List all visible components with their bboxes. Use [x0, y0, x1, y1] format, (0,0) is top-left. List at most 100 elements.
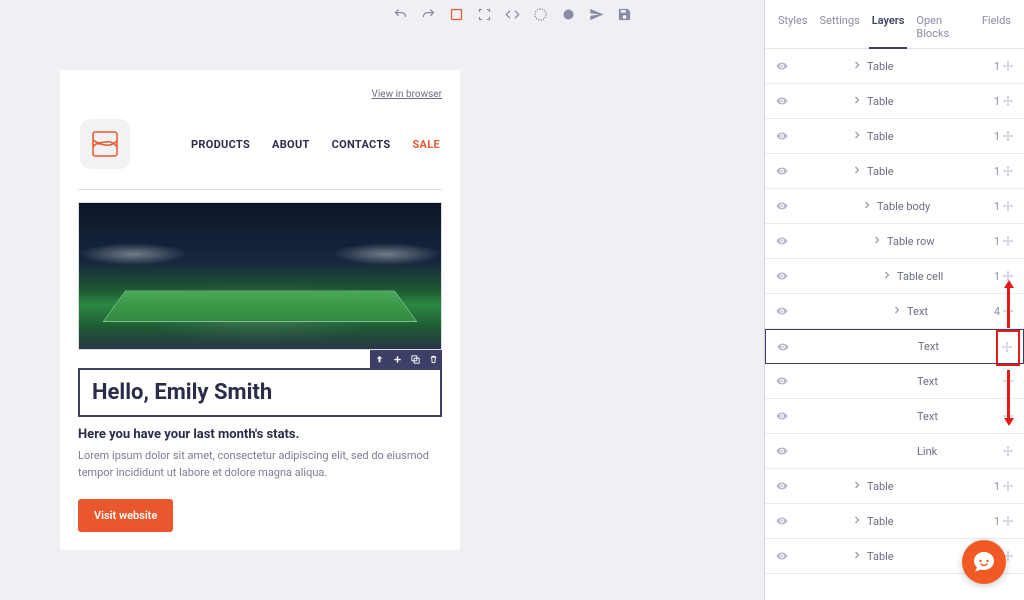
layer-row[interactable]: Table1 [765, 469, 1024, 504]
move-icon[interactable] [1000, 165, 1016, 177]
layer-name: Table [861, 165, 986, 178]
chat-fab[interactable] [962, 540, 1006, 584]
move-icon[interactable] [1000, 60, 1016, 72]
delete-icon[interactable] [424, 350, 442, 368]
selection-toolbar [370, 350, 442, 368]
hero-image [78, 202, 442, 350]
outline-icon[interactable] [448, 6, 464, 22]
chevron-right-icon[interactable] [851, 479, 861, 494]
layer-row[interactable]: Link [765, 434, 1024, 469]
layer-count: 1 [986, 270, 1000, 283]
layer-row[interactable]: Table1 [765, 154, 1024, 189]
redo-icon[interactable] [420, 6, 436, 22]
layer-count: 1 [986, 480, 1000, 493]
move-icon[interactable] [1000, 130, 1016, 142]
move-icon[interactable] [1000, 235, 1016, 247]
visibility-icon[interactable] [774, 341, 792, 353]
send-icon[interactable] [588, 6, 604, 22]
layer-count: 1 [986, 200, 1000, 213]
tab-open-blocks[interactable]: Open Blocks [913, 10, 972, 48]
code-icon[interactable] [504, 6, 520, 22]
chevron-right-icon[interactable] [851, 514, 861, 529]
visibility-icon[interactable] [773, 130, 791, 142]
cta-button[interactable]: Visit website [78, 499, 173, 532]
move-icon[interactable] [1000, 200, 1016, 212]
copy-icon[interactable] [406, 350, 424, 368]
visibility-icon[interactable] [773, 235, 791, 247]
body-block[interactable]: Here you have your last month's stats. L… [78, 427, 442, 481]
visibility-icon[interactable] [773, 95, 791, 107]
fullscreen-icon[interactable] [476, 6, 492, 22]
nav-contacts[interactable]: CONTACTS [332, 138, 391, 151]
visibility-icon[interactable] [773, 480, 791, 492]
layer-row[interactable]: Text [765, 399, 1024, 434]
nav: PRODUCTS ABOUT CONTACTS SALE [191, 138, 440, 151]
visibility-icon[interactable] [773, 515, 791, 527]
layer-count: 1 [986, 515, 1000, 528]
tab-styles[interactable]: Styles [775, 10, 811, 48]
chevron-right-icon[interactable] [891, 304, 901, 319]
layer-row[interactable]: Table cell1 [765, 259, 1024, 294]
chevron-right-icon[interactable] [881, 269, 891, 284]
chevron-right-icon[interactable] [851, 164, 861, 179]
layer-count: 1 [986, 235, 1000, 248]
tab-fields[interactable]: Fields [979, 10, 1014, 48]
layer-row[interactable]: Text4 [765, 294, 1024, 329]
tab-layers[interactable]: Layers [869, 10, 908, 49]
visibility-icon[interactable] [773, 445, 791, 457]
hero-block[interactable] [78, 202, 442, 350]
layer-row[interactable]: Table row1 [765, 224, 1024, 259]
layer-name: Table [861, 480, 986, 493]
chevron-right-icon[interactable] [851, 549, 861, 564]
annotation-arrow-up [1007, 286, 1010, 328]
layer-row[interactable]: Table1 [765, 504, 1024, 539]
visibility-icon[interactable] [773, 270, 791, 282]
email-canvas[interactable]: View in browser PRODUCTS ABOUT CONTACTS … [60, 70, 460, 550]
layer-name: Table [861, 60, 986, 73]
preview-icon[interactable] [532, 6, 548, 22]
move-icon[interactable] [1000, 515, 1016, 527]
move-icon[interactable] [1000, 445, 1016, 457]
layer-row[interactable]: Table1 [765, 119, 1024, 154]
divider [78, 189, 442, 190]
chevron-right-icon[interactable] [851, 129, 861, 144]
layer-row[interactable]: Table1 [765, 84, 1024, 119]
undo-icon[interactable] [392, 6, 408, 22]
layer-row[interactable]: Table1 [765, 49, 1024, 84]
view-in-browser-link[interactable]: View in browser [371, 89, 442, 100]
visibility-icon[interactable] [773, 165, 791, 177]
selected-text-block[interactable]: Hello, Emily Smith [78, 368, 442, 417]
visibility-icon[interactable] [773, 375, 791, 387]
move-icon[interactable] [1000, 95, 1016, 107]
nav-about[interactable]: ABOUT [272, 138, 310, 151]
tab-settings[interactable]: Settings [817, 10, 863, 48]
layer-name: Text [911, 410, 986, 423]
layer-row[interactable]: Table body1 [765, 189, 1024, 224]
layer-row[interactable]: Text [765, 329, 1024, 364]
chevron-right-icon[interactable] [851, 59, 861, 74]
chevron-right-icon[interactable] [851, 94, 861, 109]
view-in-browser-row: View in browser [60, 70, 460, 109]
nav-sale[interactable]: SALE [412, 138, 440, 151]
layer-count: 1 [986, 60, 1000, 73]
chevron-right-icon[interactable] [861, 199, 871, 214]
layer-row[interactable]: Text [765, 364, 1024, 399]
visibility-icon[interactable] [773, 200, 791, 212]
visibility-icon[interactable] [773, 410, 791, 422]
nav-products[interactable]: PRODUCTS [191, 138, 250, 151]
add-icon[interactable] [388, 350, 406, 368]
visibility-icon[interactable] [773, 305, 791, 317]
move-icon[interactable] [1000, 480, 1016, 492]
layer-name: Link [911, 445, 986, 458]
visibility-icon[interactable] [773, 550, 791, 562]
body-text[interactable]: Lorem ipsum dolor sit amet, consectetur … [78, 448, 442, 481]
visibility-icon[interactable] [773, 60, 791, 72]
save-icon[interactable] [616, 6, 632, 22]
circle-icon[interactable] [560, 6, 576, 22]
layer-name: Table cell [891, 270, 986, 283]
subheading-text[interactable]: Here you have your last month's stats. [78, 427, 442, 442]
move-up-icon[interactable] [370, 350, 388, 368]
heading-text[interactable]: Hello, Emily Smith [92, 380, 428, 405]
chevron-right-icon[interactable] [871, 234, 881, 249]
layer-count: 1 [986, 130, 1000, 143]
